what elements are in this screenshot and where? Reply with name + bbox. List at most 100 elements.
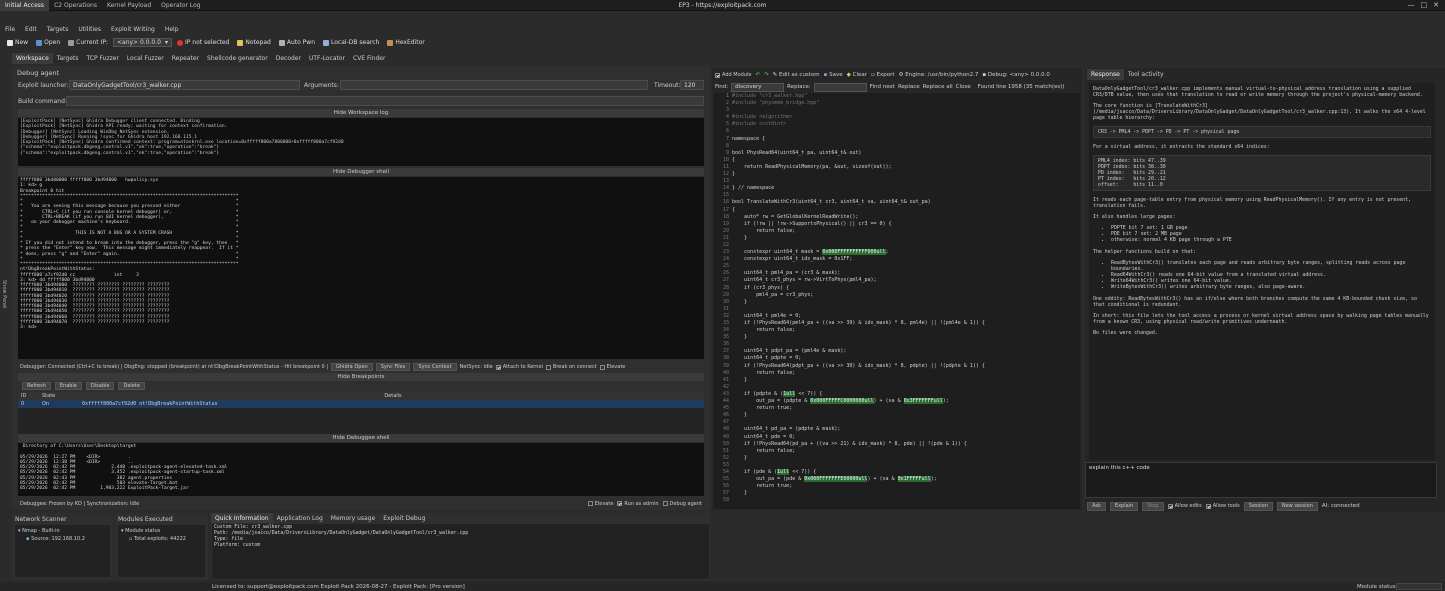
code-line: 39 if (!PhysRead64(pdpt_pa + ((va >> 30)… — [714, 363, 1080, 370]
minimize-icon[interactable]: — — [1408, 1, 1415, 9]
save-button[interactable]: ▪ Save — [824, 72, 843, 78]
tab-exploit-debug[interactable]: Exploit Debug — [379, 513, 429, 523]
allow-edits-checkbox[interactable]: Allow edits — [1167, 503, 1202, 509]
open-button[interactable]: Open — [33, 37, 63, 48]
sync-files-button[interactable]: Sync Files — [375, 363, 411, 371]
tab-decoder[interactable]: Decoder — [272, 53, 305, 64]
nmap-item[interactable]: ▾ Nmap - Built-in — [18, 528, 107, 534]
source-item[interactable]: ⬥ Source: 192.168.10.2 — [18, 536, 107, 542]
top-tab-operator-log[interactable]: Operator Log — [156, 0, 205, 11]
response-paragraph: No files were changed. — [1093, 330, 1158, 336]
ask-button[interactable]: Ask — [1087, 501, 1106, 511]
module-status-item[interactable]: ▾ Module status — [121, 528, 202, 534]
debuggee-shell[interactable]: Directory of C:\Users\User\Desktop\targe… — [18, 443, 704, 496]
engine-select[interactable]: ⚙ Engine: /usr/bin/python2.7 — [899, 72, 979, 78]
debug-select[interactable]: ▪ Debug: <any> 0.0.0.0 — [982, 72, 1050, 78]
menu-help[interactable]: Help — [160, 26, 184, 33]
stop-button[interactable]: Stop — [1142, 501, 1164, 511]
col-state: State — [42, 393, 56, 399]
new-button[interactable]: New — [4, 37, 31, 48]
hide-debuggee-shell-button[interactable]: Hide Debuggee shell — [18, 434, 704, 442]
tab-cve-finder[interactable]: CVE Finder — [349, 53, 389, 64]
maximize-icon[interactable]: □ — [1421, 1, 1428, 9]
close-icon[interactable]: ✕ — [1433, 1, 1439, 9]
hide-workspace-log-button[interactable]: Hide Workspace log — [18, 109, 704, 117]
build-command-input[interactable] — [66, 96, 704, 106]
export-button[interactable]: ▫ Export — [871, 72, 895, 78]
timeout-input[interactable]: 120 — [680, 80, 704, 90]
menu-exploit-writing[interactable]: Exploit Writing — [106, 26, 160, 33]
code-line: 35 } — [714, 334, 1080, 341]
line-text: constexpr uint64_t mask = 0x000FFFFFFFFF… — [732, 249, 889, 256]
tab-utf-locator[interactable]: UTF-Locator — [305, 53, 349, 64]
replace-input[interactable] — [813, 82, 867, 92]
close-find-button[interactable]: Close — [956, 84, 971, 90]
tab-repeater[interactable]: Repeater — [168, 53, 203, 64]
tab-quick-information[interactable]: Quick Information — [211, 513, 273, 523]
hide-breakpoints-button[interactable]: Hide Breakpoints — [18, 373, 704, 381]
top-tab-c2-operations[interactable]: C2 Operations — [49, 0, 102, 11]
break-on-connect-checkbox[interactable]: Break on connect — [545, 364, 597, 370]
find-next-button[interactable]: Find next — [870, 84, 895, 90]
tab-targets[interactable]: Targets — [53, 53, 83, 64]
new-session-button[interactable]: New session — [1276, 501, 1318, 511]
exploit-launcher-input[interactable]: DataOnlyGadgetTool/cr3_walker.cpp — [69, 80, 300, 90]
local-db-search-button[interactable]: Local-DB search — [320, 37, 382, 48]
explain-button[interactable]: Explain — [1109, 501, 1139, 511]
build-command-label: Build command: — [18, 98, 67, 105]
list-item: WriteBytesWithCr3() writes arbitrary byt… — [1111, 284, 1431, 290]
tab-response[interactable]: Response — [1087, 68, 1124, 80]
run-as-admin-checkbox[interactable]: Run as admin — [617, 501, 659, 507]
hexeditor-button[interactable]: HexEditor — [384, 37, 427, 48]
clear-button[interactable]: ◆ Clear — [847, 72, 867, 78]
find-input[interactable]: discovery — [731, 82, 785, 92]
tab-workspace[interactable]: Workspace — [12, 53, 53, 64]
tab-tcp-fuzzer[interactable]: TCP Fuzzer — [83, 53, 123, 64]
edit-custom-button[interactable]: ✎ Edit as custom — [773, 72, 820, 78]
refresh-button[interactable]: Refresh — [22, 382, 51, 390]
attach-kernel-checkbox[interactable]: Attach to Kernel — [495, 364, 543, 370]
sync-context-button[interactable]: Sync Context — [413, 363, 457, 371]
tab-tool-activity[interactable]: Tool activity — [1124, 69, 1168, 80]
undo-icon[interactable]: ↶ — [755, 72, 760, 78]
tab-memory-usage[interactable]: Memory usage — [327, 513, 379, 523]
debug-agent-checkbox[interactable]: Debug agent — [662, 501, 702, 507]
enable-button[interactable]: Enable — [54, 382, 82, 390]
delete-button[interactable]: Delete — [118, 382, 145, 390]
line-number: 48 — [722, 426, 729, 433]
replace-button[interactable]: Replace — [898, 84, 920, 90]
top-tab-initial-access[interactable]: Initial Access — [0, 0, 50, 11]
debugger-shell[interactable]: fffff800`3bd80000 fffff800`3bd94000 hwpo… — [18, 177, 704, 359]
menu-file[interactable]: File — [0, 26, 20, 33]
notepad-button[interactable]: Notepad — [234, 37, 274, 48]
menu-bar: File Edit Targets Utilities Exploit Writ… — [0, 24, 1445, 35]
redo-icon[interactable]: ↷ — [764, 72, 769, 78]
ghidra-open-button[interactable]: Ghidra Open — [331, 363, 373, 371]
allow-tools-checkbox[interactable]: Allow tools — [1205, 503, 1240, 509]
menu-utilities[interactable]: Utilities — [73, 26, 106, 33]
top-tab-kernel-payload[interactable]: Kernel Payload — [102, 0, 156, 11]
replace-all-button[interactable]: Replace all — [923, 84, 953, 90]
tab-application-log[interactable]: Application Log — [273, 513, 327, 523]
elevate-checkbox-2[interactable]: Elevate — [587, 501, 613, 507]
disable-button[interactable]: Disable — [85, 382, 115, 390]
hide-debugger-shell-button[interactable]: Hide Debugger shell — [18, 168, 704, 176]
code-editor[interactable]: 1 #include "cr3_walker.hpp" 2 #include "phy… — [714, 93, 1080, 509]
menu-targets[interactable]: Targets — [42, 26, 74, 33]
menu-edit[interactable]: Edit — [20, 26, 42, 33]
table-row[interactable]: 0 On 0xfffff800a7cf92d0 nt!DbgBreakPoint… — [18, 400, 704, 408]
tab-shellcode-generator[interactable]: Shellcode generator — [203, 53, 272, 64]
add-module-button[interactable]: Add Module — [715, 72, 751, 78]
arguments-input[interactable] — [340, 80, 648, 90]
session-button[interactable]: Session — [1243, 501, 1273, 511]
current-ip-select[interactable]: <any> 0.0.0.0 ▾ — [112, 38, 172, 47]
debuggee-status-row: Debuggee: Frozen by KD | Synchronization… — [20, 499, 710, 508]
code-line: 34 return false; — [714, 327, 1080, 334]
auto-pwn-button[interactable]: Auto Pwn — [276, 37, 318, 48]
prompt-input[interactable]: explain this c++ code — [1085, 462, 1437, 498]
show-panel-toggle[interactable]: Show Panel — [1, 280, 8, 309]
line-text: { — [732, 156, 736, 163]
tab-local-fuzzer[interactable]: Local Fuzzer — [123, 53, 168, 64]
elevate-checkbox[interactable]: Elevate — [599, 364, 625, 370]
code-line: 25 — [714, 263, 1080, 270]
